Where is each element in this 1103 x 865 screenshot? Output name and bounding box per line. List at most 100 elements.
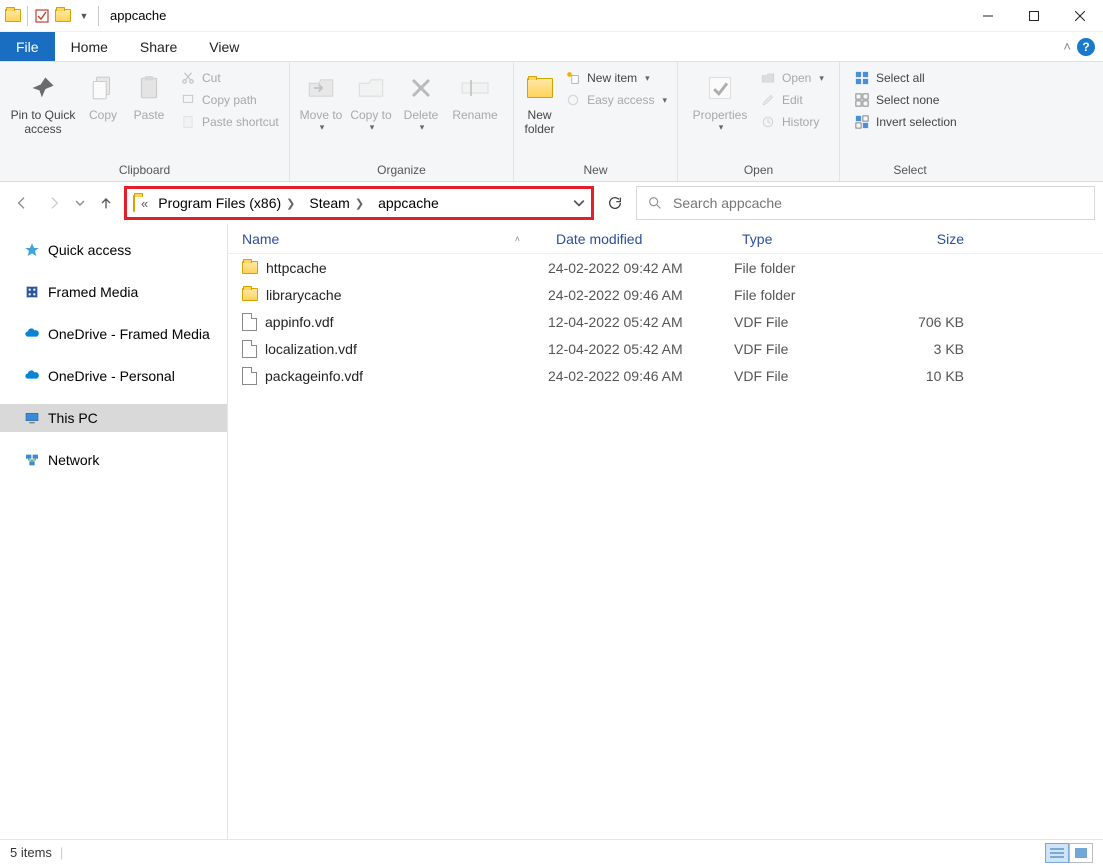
sidebar-item-this-pc[interactable]: This PC — [0, 404, 227, 432]
menu-home[interactable]: Home — [55, 32, 124, 61]
group-label-select: Select — [840, 161, 980, 181]
details-view-button[interactable] — [1045, 843, 1069, 863]
folder-icon — [133, 196, 135, 211]
menu-share[interactable]: Share — [124, 32, 193, 61]
maximize-button[interactable] — [1011, 0, 1057, 32]
folder-icon — [242, 261, 258, 274]
move-to-icon — [307, 70, 335, 106]
qat-newfolder-icon[interactable] — [54, 7, 72, 25]
column-size[interactable]: Size — [884, 231, 984, 247]
open-button[interactable]: Open▾ — [756, 68, 828, 88]
navigation-pane: Quick access Framed Media OneDrive - Fra… — [0, 224, 228, 839]
pin-to-quick-access-button[interactable]: Pin to Quick access — [6, 66, 80, 141]
paste-shortcut-button[interactable]: Paste shortcut — [176, 112, 283, 132]
folder-icon — [242, 288, 258, 301]
ribbon: Pin to Quick access Copy Paste Cut — [0, 62, 1103, 182]
refresh-button[interactable] — [598, 186, 632, 220]
minimize-button[interactable] — [965, 0, 1011, 32]
move-to-button[interactable]: Move to▾ — [296, 66, 346, 137]
invert-selection-button[interactable]: Invert selection — [850, 112, 961, 132]
large-icons-view-button[interactable] — [1069, 843, 1093, 863]
file-row[interactable]: appinfo.vdf12-04-2022 05:42 AMVDF File70… — [228, 308, 1103, 335]
breadcrumb-item[interactable]: appcache — [374, 193, 443, 213]
menu-file[interactable]: File — [0, 32, 55, 61]
close-button[interactable] — [1057, 0, 1103, 32]
pin-icon — [29, 70, 57, 106]
navigation-bar: « Program Files (x86)❯ Steam❯ appcache — [0, 182, 1103, 224]
column-type[interactable]: Type — [734, 231, 884, 247]
properties-icon — [706, 70, 734, 106]
star-icon — [24, 242, 40, 258]
new-folder-button[interactable]: New folder — [520, 66, 559, 141]
sidebar-item-quick-access[interactable]: Quick access — [0, 236, 227, 264]
back-button[interactable] — [8, 189, 36, 217]
sidebar-item-network[interactable]: Network — [0, 446, 227, 474]
recent-locations-button[interactable] — [72, 189, 88, 217]
new-item-button[interactable]: New item▾ — [561, 68, 671, 88]
copy-to-button[interactable]: Copy to▾ — [346, 66, 396, 137]
qat-properties-icon[interactable] — [33, 7, 51, 25]
menu-view[interactable]: View — [193, 32, 255, 61]
file-type: VDF File — [734, 314, 884, 330]
file-name: packageinfo.vdf — [265, 368, 363, 384]
select-none-button[interactable]: Select none — [850, 90, 961, 110]
sidebar-item-onedrive-framed[interactable]: OneDrive - Framed Media — [0, 320, 227, 348]
properties-button[interactable]: Properties▾ — [684, 66, 756, 137]
file-row[interactable]: localization.vdf12-04-2022 05:42 AMVDF F… — [228, 335, 1103, 362]
rename-button[interactable]: Rename — [446, 66, 504, 126]
delete-button[interactable]: Delete▾ — [396, 66, 446, 137]
file-icon — [242, 367, 257, 385]
edit-button[interactable]: Edit — [756, 90, 828, 110]
menu-bar: File Home Share View ˄ ? — [0, 32, 1103, 62]
qat-dropdown-icon[interactable]: ▼ — [75, 7, 93, 25]
select-all-button[interactable]: Select all — [850, 68, 961, 88]
search-box[interactable] — [636, 186, 1095, 220]
file-type: VDF File — [734, 368, 884, 384]
separator — [98, 6, 99, 26]
collapse-ribbon-icon[interactable]: ˄ — [1063, 39, 1071, 54]
breadcrumb-item[interactable]: Program Files (x86)❯ — [154, 193, 299, 213]
file-type: File folder — [734, 260, 884, 276]
address-bar[interactable]: « Program Files (x86)❯ Steam❯ appcache — [124, 186, 594, 220]
breadcrumb-item[interactable]: Steam❯ — [305, 193, 368, 213]
file-type: VDF File — [734, 341, 884, 357]
history-button[interactable]: History — [756, 112, 828, 132]
column-date[interactable]: Date modified — [548, 231, 734, 247]
main-area: Quick access Framed Media OneDrive - Fra… — [0, 224, 1103, 839]
file-row[interactable]: httpcache24-02-2022 09:42 AMFile folder — [228, 254, 1103, 281]
delete-icon — [409, 70, 433, 106]
copy-button[interactable]: Copy — [80, 66, 126, 126]
cloud-icon — [24, 326, 40, 342]
forward-button[interactable] — [40, 189, 68, 217]
file-icon — [242, 340, 257, 358]
search-icon — [647, 195, 663, 211]
column-name[interactable]: Name˄ — [228, 231, 548, 247]
up-button[interactable] — [92, 189, 120, 217]
pc-icon — [24, 410, 40, 426]
search-input[interactable] — [673, 195, 1084, 211]
folder-icon — [4, 7, 22, 25]
sort-indicator-icon: ˄ — [515, 234, 520, 244]
file-name: localization.vdf — [265, 341, 357, 357]
select-none-icon — [854, 92, 870, 108]
sidebar-item-framed-media[interactable]: Framed Media — [0, 278, 227, 306]
file-icon — [242, 313, 257, 331]
sidebar-item-onedrive-personal[interactable]: OneDrive - Personal — [0, 362, 227, 390]
help-icon[interactable]: ? — [1077, 38, 1095, 56]
file-list: Name˄ Date modified Type Size httpcache2… — [228, 224, 1103, 839]
status-bar: 5 items | — [0, 839, 1103, 865]
file-row[interactable]: librarycache24-02-2022 09:46 AMFile fold… — [228, 281, 1103, 308]
easy-access-button[interactable]: Easy access▾ — [561, 90, 671, 110]
paste-icon — [136, 70, 162, 106]
window-title: appcache — [110, 8, 166, 23]
file-row[interactable]: packageinfo.vdf24-02-2022 09:46 AMVDF Fi… — [228, 362, 1103, 389]
group-label-open: Open — [678, 161, 839, 181]
file-size: 10 KB — [884, 368, 984, 384]
paste-button[interactable]: Paste — [126, 66, 172, 126]
file-type: File folder — [734, 287, 884, 303]
file-date: 12-04-2022 05:42 AM — [548, 314, 734, 330]
copy-path-button[interactable]: Copy path — [176, 90, 283, 110]
edit-icon — [760, 92, 776, 108]
address-dropdown-icon[interactable] — [573, 197, 585, 209]
cut-button[interactable]: Cut — [176, 68, 283, 88]
